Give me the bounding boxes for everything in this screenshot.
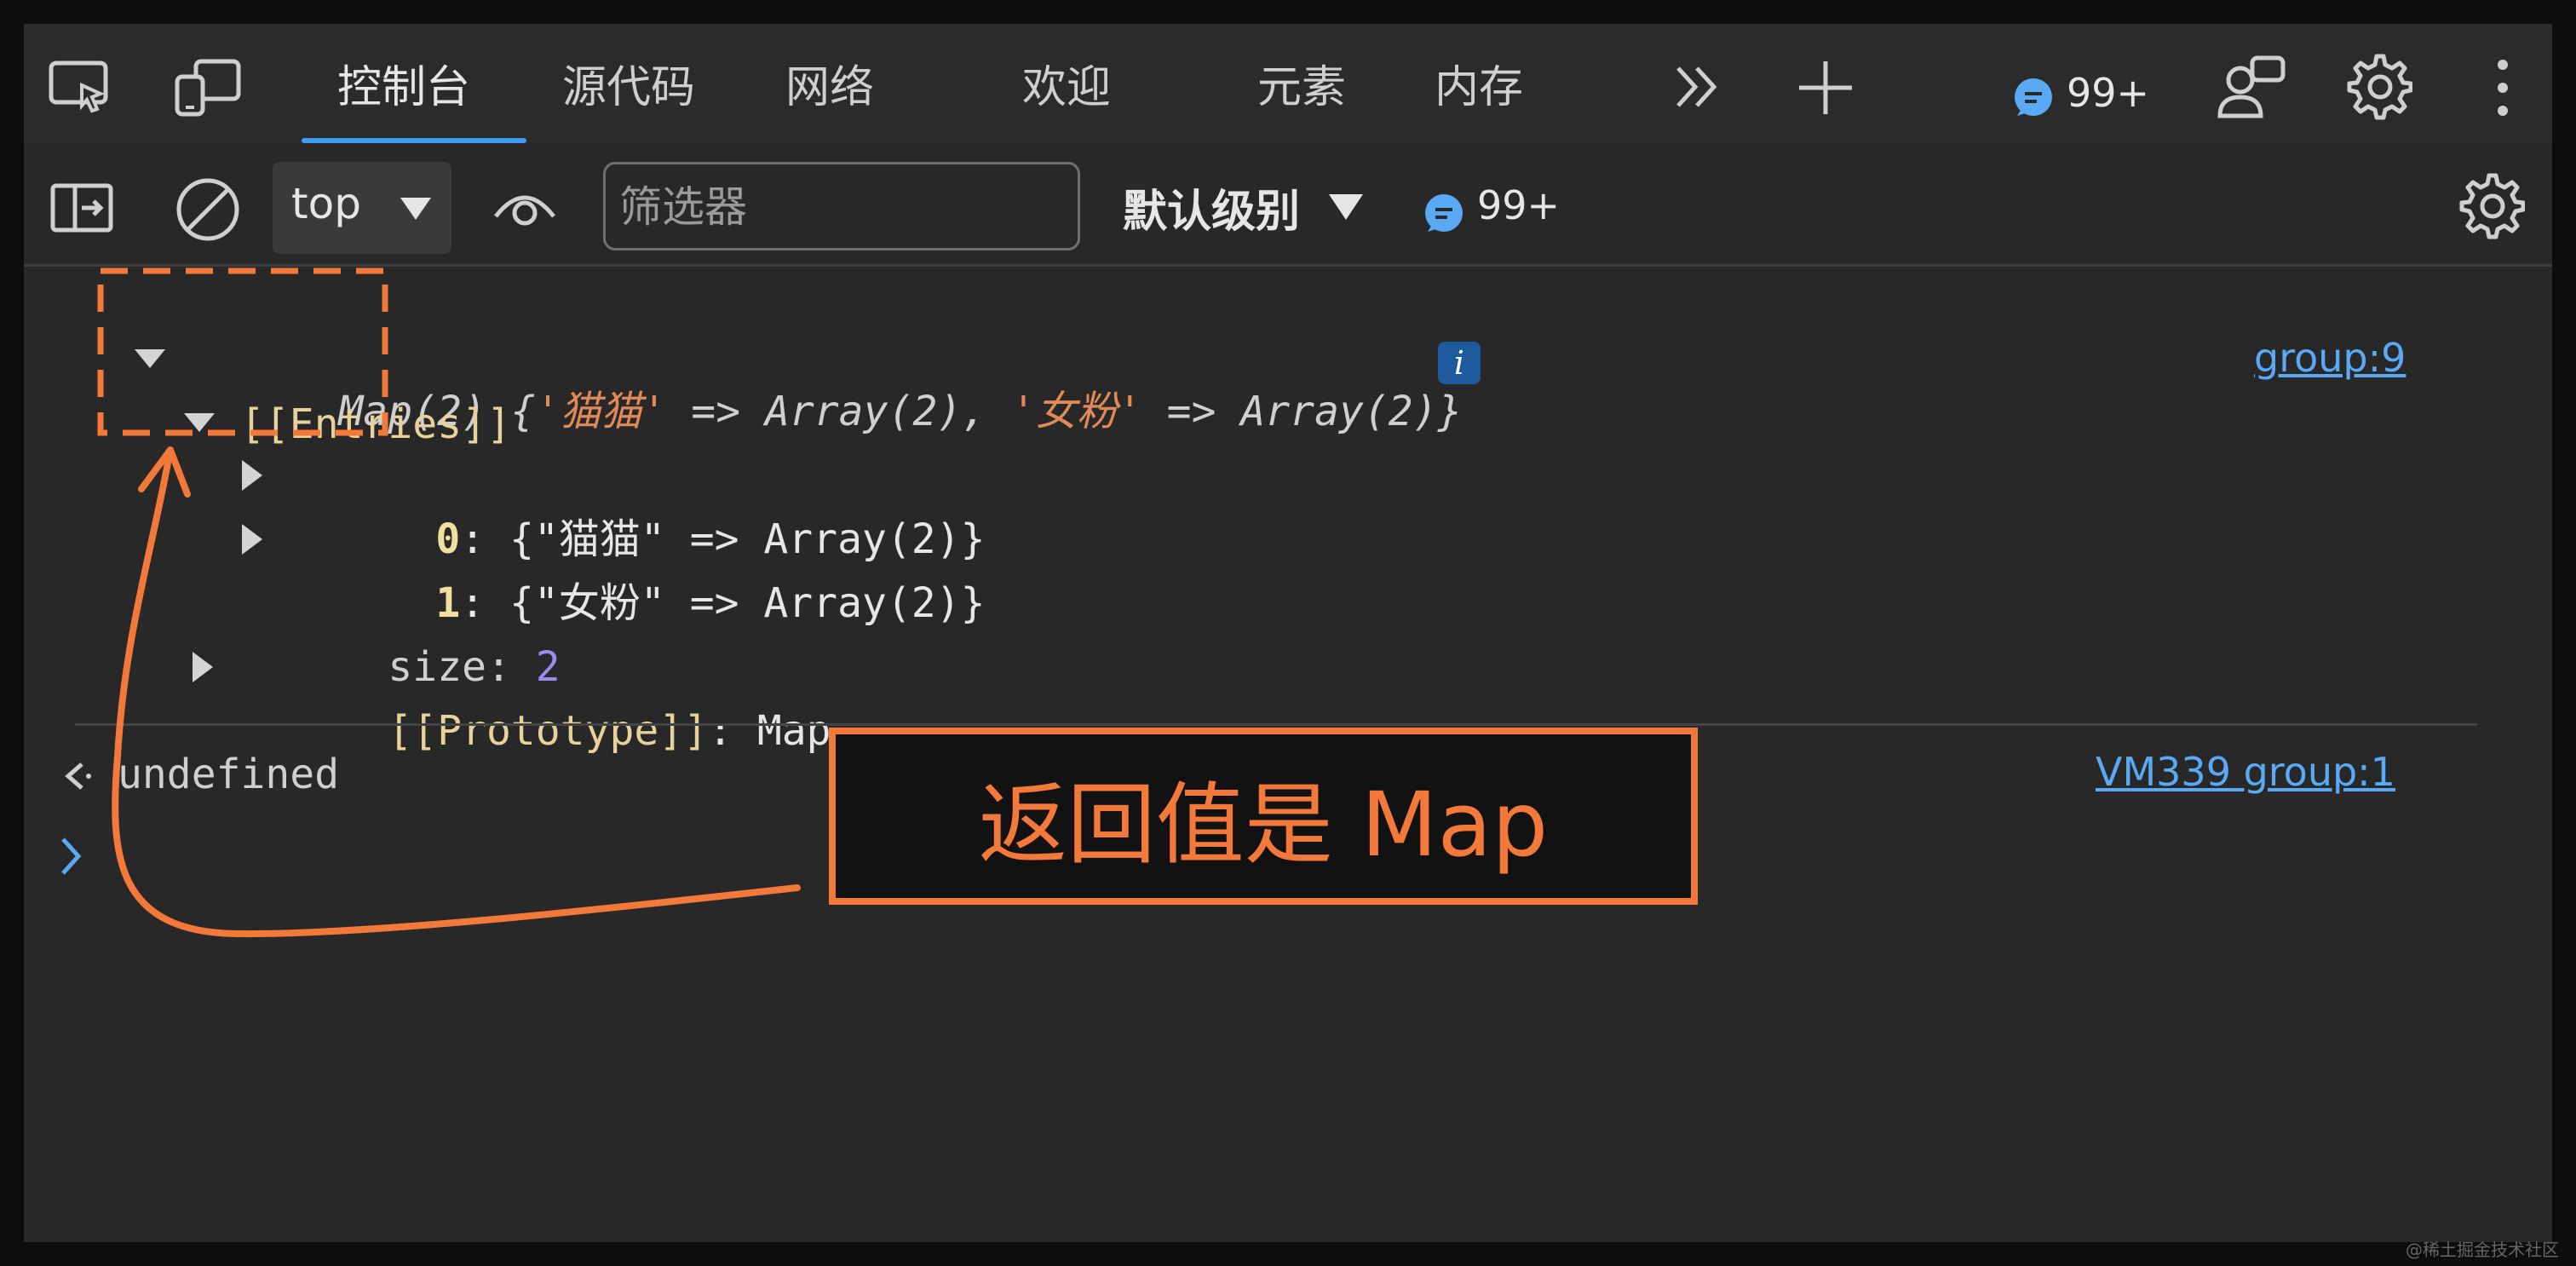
annotation-callout: 返回值是 Map xyxy=(829,728,1698,905)
devtools-window: 控制台 源代码 网络 欢迎 元素 内存 99+ top 筛选器 默认级别 99+… xyxy=(24,24,2552,1242)
annotation-arrow-overlay xyxy=(97,268,801,938)
annotation-callout-text: 返回值是 Map xyxy=(978,772,1549,877)
watermark: @稀土掘金技术社区 xyxy=(2406,1240,2559,1260)
